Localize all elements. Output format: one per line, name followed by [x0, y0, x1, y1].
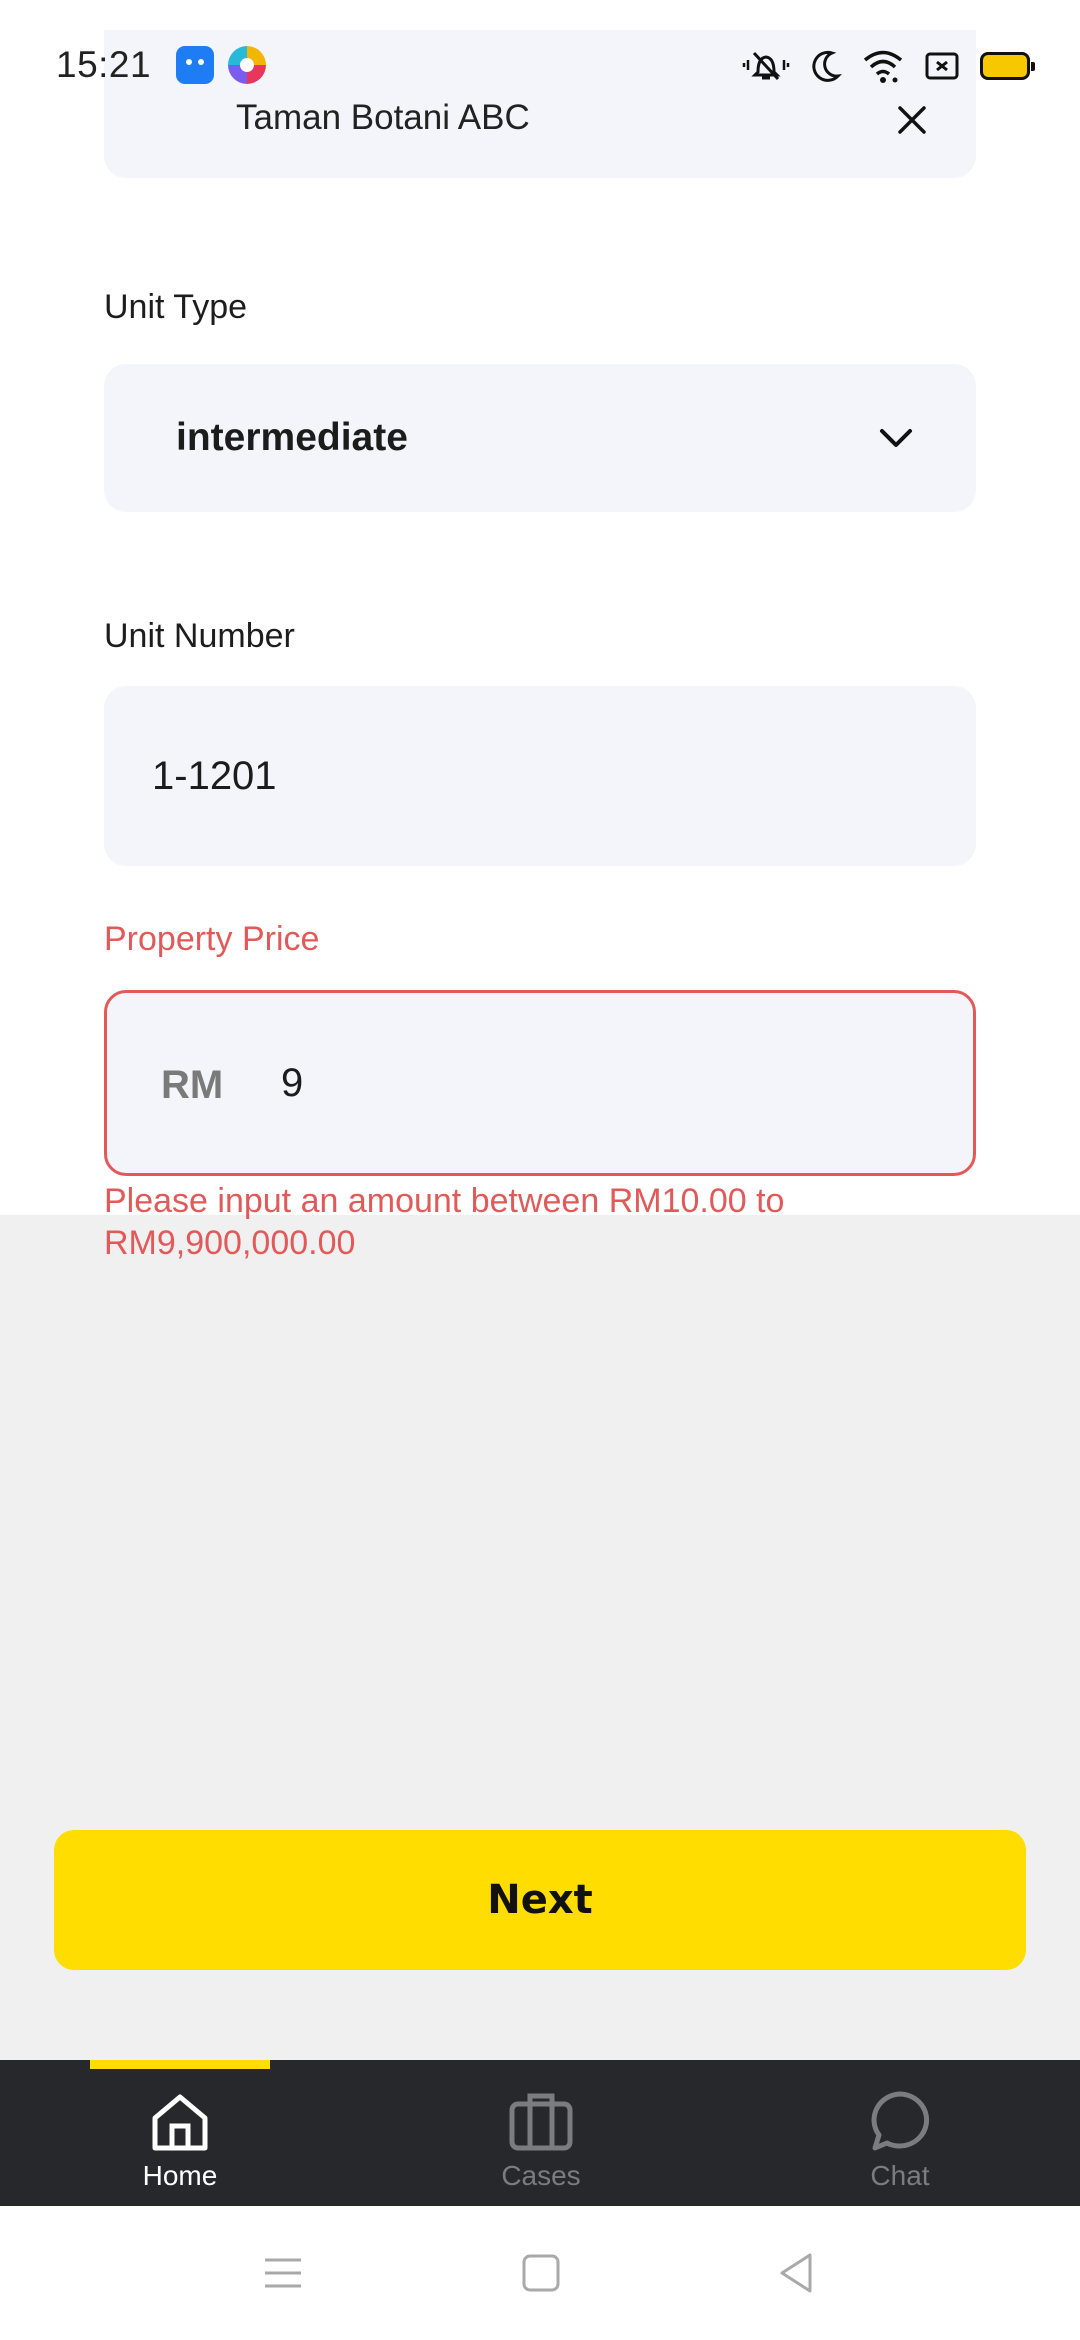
- battery-icon: [980, 52, 1035, 80]
- moon-icon: [812, 50, 842, 82]
- vibrate-mute-icon: [742, 51, 790, 81]
- status-bar: 15:21: [0, 40, 1080, 92]
- wifi-icon: [863, 50, 903, 83]
- chevron-down-icon: [880, 429, 912, 447]
- close-icon[interactable]: [892, 100, 932, 140]
- briefcase-icon: [509, 2093, 573, 2151]
- home-icon: [152, 2094, 208, 2151]
- status-icons: [742, 42, 1035, 90]
- tab-cases-label: Cases: [501, 2160, 581, 2191]
- property-price-value: 9: [281, 1061, 304, 1105]
- unit-type-value: intermediate: [176, 416, 408, 459]
- tab-home-label: Home: [142, 2160, 218, 2191]
- chat-bubble-icon: [871, 2091, 930, 2151]
- tab-home[interactable]: Home: [80, 2088, 280, 2198]
- back-triangle-icon[interactable]: [774, 2250, 820, 2296]
- square-home-icon[interactable]: [518, 2250, 564, 2296]
- colorful-app-icon: [228, 46, 266, 84]
- tab-chat-label: Chat: [870, 2160, 930, 2191]
- next-button[interactable]: Next: [54, 1830, 1026, 1970]
- property-price-field[interactable]: RM 9: [104, 990, 976, 1176]
- property-price-error: Please input an amount between RM10.00 t…: [104, 1182, 785, 1262]
- unit-number-value: 1-1201: [152, 754, 277, 798]
- tab-cases[interactable]: Cases: [441, 2088, 641, 2198]
- active-tab-indicator: [90, 2060, 270, 2069]
- unit-number-field[interactable]: 1-1201: [104, 686, 976, 866]
- location-value: Taman Botani ABC: [236, 98, 530, 137]
- menu-icon[interactable]: [260, 2250, 306, 2296]
- screen: Taman Botani ABC 15:21 Unit Type interme…: [0, 0, 1080, 2340]
- system-nav-bar: [0, 2206, 1080, 2340]
- unit-type-select[interactable]: intermediate: [104, 364, 976, 512]
- screen-icon: [925, 52, 959, 80]
- bottom-tab-bar: Home Cases Chat: [0, 2060, 1080, 2206]
- status-time: 15:21: [56, 44, 152, 85]
- currency-prefix: RM: [161, 1063, 224, 1107]
- unit-type-label: Unit Type: [104, 288, 248, 326]
- android-app-icon: [176, 46, 214, 84]
- unit-number-label: Unit Number: [104, 617, 295, 655]
- tab-chat[interactable]: Chat: [800, 2088, 1000, 2198]
- property-price-label: Property Price: [104, 920, 320, 958]
